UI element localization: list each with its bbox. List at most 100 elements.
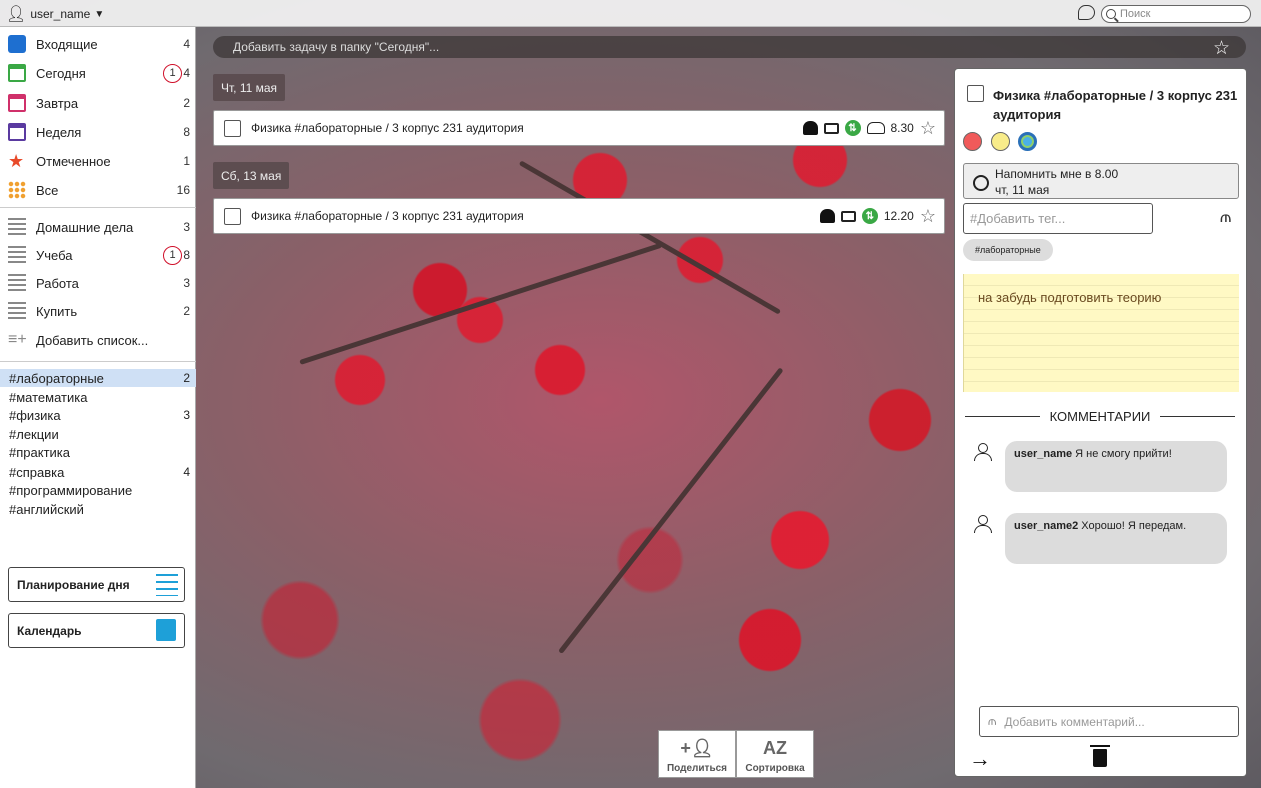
tag-item[interactable]: #лабораторные 2 bbox=[0, 369, 196, 387]
user-menu[interactable]: 👤︎ user_name ▼ bbox=[6, 4, 104, 24]
tag-chip-label: #лабораторные bbox=[975, 245, 1041, 255]
calendar-tomorrow-icon bbox=[8, 94, 26, 112]
tag-label: #справка bbox=[9, 464, 65, 480]
date-header-label: Сб, 13 мая bbox=[221, 168, 282, 183]
sidebar-item-count: 3 bbox=[183, 276, 190, 290]
sidebar-item-tomorrow[interactable]: Завтра 2 bbox=[0, 90, 196, 116]
task-row[interactable]: Физика #лабораторные / 3 корпус 231 ауди… bbox=[213, 198, 945, 234]
task-icons: ⇅ 12.20 ☆ bbox=[819, 206, 936, 227]
sidebar-list-home[interactable]: Домашние дела 3 bbox=[0, 214, 196, 240]
add-task-placeholder: Добавить задачу в папку "Сегодня"... bbox=[233, 40, 440, 54]
sidebar-list-study[interactable]: Учеба 1 8 bbox=[0, 242, 196, 268]
task-icons: ⇅ 8.30 ☆ bbox=[802, 118, 936, 139]
tag-item[interactable]: #физика 3 bbox=[0, 406, 196, 424]
tag-item[interactable]: #лекции bbox=[0, 425, 196, 443]
paperclip-icon[interactable]: ⫙ bbox=[988, 714, 996, 729]
sidebar-item-today[interactable]: Сегодня 1 4 bbox=[0, 60, 196, 86]
star-icon: ★ bbox=[8, 151, 25, 171]
tag-chip[interactable]: #лабораторные bbox=[963, 239, 1053, 261]
paperclip-icon[interactable]: ⫙ bbox=[1220, 209, 1231, 227]
task-row[interactable]: Физика #лабораторные / 3 корпус 231 ауди… bbox=[213, 110, 945, 146]
sort-button[interactable]: AZ Сортировка bbox=[736, 730, 814, 778]
task-time: 12.20 bbox=[883, 209, 914, 223]
divider bbox=[1160, 416, 1236, 417]
grid-icon bbox=[8, 181, 26, 199]
search-input[interactable]: Поиск bbox=[1101, 5, 1251, 23]
add-tag-placeholder: #Добавить тег... bbox=[970, 211, 1066, 226]
tag-item[interactable]: #математика bbox=[0, 388, 196, 406]
color-blue-option[interactable] bbox=[1018, 132, 1037, 151]
trash-icon[interactable] bbox=[1090, 745, 1110, 767]
sidebar-item-count: 8 bbox=[183, 125, 190, 139]
sidebar-item-count: 8 bbox=[183, 248, 190, 262]
add-list-button[interactable]: ≡+ Добавить список... bbox=[0, 327, 196, 353]
arrow-right-icon[interactable]: → bbox=[969, 746, 991, 772]
day-planning-button[interactable]: Планирование дня bbox=[8, 567, 185, 602]
star-icon[interactable]: ☆ bbox=[920, 206, 936, 227]
tag-label: #практика bbox=[9, 444, 70, 460]
divider bbox=[965, 416, 1040, 417]
share-button[interactable]: +👤︎ Поделиться bbox=[658, 730, 736, 778]
add-comment-placeholder: Добавить комментарий... bbox=[1004, 714, 1145, 729]
notification-badge: 1 bbox=[163, 63, 182, 83]
color-red-option[interactable] bbox=[963, 132, 982, 151]
tag-count: 4 bbox=[183, 465, 190, 479]
add-user-icon: +👤︎ bbox=[680, 738, 714, 758]
calendar-label: Календарь bbox=[17, 623, 82, 638]
notification-badge: 1 bbox=[163, 245, 182, 265]
tag-item[interactable]: #справка 4 bbox=[0, 463, 196, 481]
sidebar-item-label: Отмеченное bbox=[36, 153, 111, 169]
tag-item[interactable]: #английский bbox=[0, 500, 196, 518]
task-title: Физика #лабораторные / 3 корпус 231 ауди… bbox=[251, 209, 524, 223]
comment-text: Хорошо! Я передам. bbox=[1081, 520, 1187, 532]
tag-count: 2 bbox=[183, 371, 190, 385]
day-planning-label: Планирование дня bbox=[17, 577, 130, 592]
chevron-down-icon: ▼ bbox=[94, 8, 105, 20]
tag-label: #английский bbox=[9, 501, 84, 517]
sidebar-item-count: 3 bbox=[183, 220, 190, 234]
tag-label: #лабораторные bbox=[9, 370, 104, 386]
divider bbox=[0, 207, 196, 208]
calendar-icon bbox=[156, 619, 176, 641]
chat-icon[interactable] bbox=[1078, 5, 1095, 20]
top-bar: 👤︎ user_name ▼ Поиск bbox=[0, 0, 1261, 27]
sidebar-item-week[interactable]: Неделя 8 bbox=[0, 119, 196, 145]
calendar-button[interactable]: Календарь bbox=[8, 613, 185, 648]
sidebar-item-label: Учеба bbox=[36, 247, 73, 263]
sync-icon: ⇅ bbox=[844, 120, 861, 136]
alarm-icon bbox=[819, 209, 835, 223]
sidebar-item-starred[interactable]: ★ Отмеченное 1 bbox=[0, 148, 196, 174]
sidebar: Входящие 4 Сегодня 1 4 Завтра 2 Неделя 8… bbox=[0, 27, 196, 788]
sidebar-item-label: Завтра bbox=[36, 95, 79, 111]
add-task-input[interactable]: Добавить задачу в папку "Сегодня"... bbox=[213, 36, 1246, 58]
add-list-icon: ≡+ bbox=[8, 331, 27, 348]
sidebar-item-all[interactable]: Все 16 bbox=[0, 177, 196, 203]
comment-author: user_name2 bbox=[1014, 520, 1079, 532]
username: user_name bbox=[30, 7, 91, 21]
tag-label: #программирование bbox=[9, 482, 133, 498]
sidebar-list-buy[interactable]: Купить 2 bbox=[0, 298, 196, 324]
tag-item[interactable]: #программирование bbox=[0, 481, 196, 499]
add-tag-input[interactable]: #Добавить тег... bbox=[963, 203, 1153, 234]
tag-label: #лекции bbox=[9, 426, 59, 442]
repeat-icon bbox=[840, 210, 856, 222]
sidebar-item-label: Сегодня bbox=[36, 65, 86, 81]
task-checkbox[interactable] bbox=[224, 119, 241, 137]
note-area[interactable]: на забудь подготовить теорию bbox=[963, 274, 1239, 392]
sidebar-item-label: Входящие bbox=[36, 36, 98, 52]
sidebar-list-work[interactable]: Работа 3 bbox=[0, 270, 196, 296]
list-icon bbox=[8, 218, 26, 236]
task-checkbox[interactable] bbox=[967, 85, 984, 102]
tag-item[interactable]: #практика bbox=[0, 443, 196, 461]
task-checkbox[interactable] bbox=[224, 207, 241, 225]
star-icon[interactable]: ☆ bbox=[920, 118, 936, 139]
color-yellow-option[interactable] bbox=[991, 132, 1010, 151]
sidebar-item-count: 2 bbox=[183, 304, 190, 318]
reminder-field[interactable]: Напомнить мне в 8.00 чт, 11 мая bbox=[963, 163, 1239, 199]
comments-header: КОММЕНТАРИИ bbox=[965, 409, 1236, 424]
add-comment-input[interactable]: ⫙ Добавить комментарий... bbox=[979, 706, 1239, 737]
sidebar-item-label: Домашние дела bbox=[36, 219, 134, 235]
sidebar-item-inbox[interactable]: Входящие 4 bbox=[0, 31, 196, 57]
star-icon[interactable]: ☆ bbox=[1213, 37, 1230, 60]
user-avatar-icon bbox=[973, 515, 992, 533]
